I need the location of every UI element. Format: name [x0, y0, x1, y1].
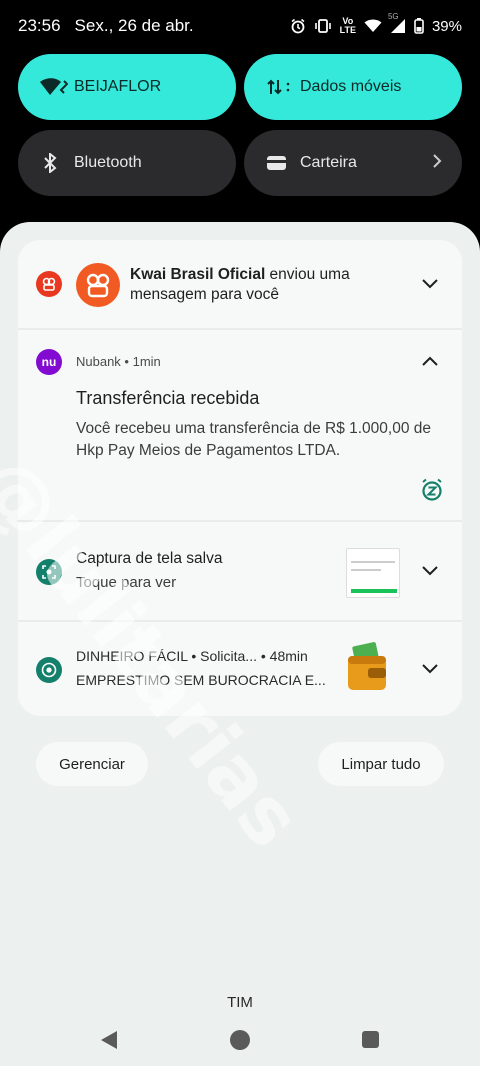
- tile-mobile-data-label: Dados móveis: [300, 78, 402, 95]
- tile-wifi[interactable]: BEIJAFLOR: [18, 54, 236, 120]
- volte-label-bottom: LTE: [339, 25, 356, 35]
- expand-button[interactable]: [416, 558, 444, 586]
- tile-wallet-label: Carteira: [300, 154, 357, 171]
- kwai-message: Kwai Brasil Oficial enviou uma mensagem …: [130, 265, 400, 305]
- kwai-avatar: [76, 263, 120, 307]
- vibrate-icon: [314, 18, 332, 34]
- chevron-down-icon: [422, 661, 438, 679]
- home-icon[interactable]: [230, 1030, 250, 1050]
- wifi-signal-icon: [364, 19, 382, 33]
- kwai-app-icon: [36, 271, 62, 297]
- nubank-meta: Nubank • 1min: [76, 354, 161, 369]
- wallet-icon: [266, 154, 296, 172]
- battery-percent: 39%: [431, 17, 462, 35]
- money-wallet-image: [346, 642, 390, 694]
- recents-icon[interactable]: [362, 1031, 379, 1048]
- mobile-data-icon: [266, 78, 296, 96]
- bluetooth-icon: [40, 153, 70, 173]
- notification-list: Kwai Brasil Oficial enviou uma mensagem …: [18, 240, 462, 716]
- date: Sex., 26 de abr.: [74, 16, 194, 35]
- manage-button[interactable]: Gerenciar: [36, 742, 148, 786]
- notification-nubank[interactable]: nu Nubank • 1min Transferência recebida …: [18, 330, 462, 522]
- alarm-icon: [290, 18, 306, 34]
- chrome-body: EMPRESTIMO SEM BUROCRACIA E...: [76, 672, 326, 688]
- screenshot-subtitle: Toque para ver: [76, 574, 177, 591]
- kwai-sender: Kwai Brasil Oficial: [130, 266, 266, 283]
- navigation-bar: [0, 1020, 480, 1060]
- chrome-title: DINHEIRO FÁCIL • Solicita... • 48min: [76, 648, 308, 664]
- chevron-down-icon: [422, 563, 438, 581]
- notification-screenshot[interactable]: Captura de tela salva Toque para ver: [18, 522, 462, 622]
- tile-wifi-label: BEIJAFLOR: [74, 78, 162, 95]
- snooze-icon[interactable]: [420, 478, 444, 502]
- status-icons: Vo LTE 5G 39%: [290, 12, 462, 35]
- back-icon[interactable]: [100, 1030, 118, 1055]
- expand-button[interactable]: [416, 271, 444, 299]
- nubank-title: Transferência recebida: [76, 388, 260, 408]
- collapse-button[interactable]: [416, 348, 444, 376]
- nubank-app-icon: nu: [36, 349, 62, 375]
- screenshot-title: Captura de tela salva: [76, 550, 223, 567]
- chevron-down-icon: [422, 276, 438, 294]
- tile-bluetooth[interactable]: Bluetooth: [18, 130, 236, 196]
- tile-bluetooth-label: Bluetooth: [74, 154, 142, 171]
- clear-all-button[interactable]: Limpar tudo: [318, 742, 444, 786]
- screenshot-app-icon: [36, 559, 62, 585]
- wifi-icon: [40, 78, 70, 96]
- expand-button[interactable]: [416, 656, 444, 684]
- notification-chrome[interactable]: DINHEIRO FÁCIL • Solicita... • 48min EMP…: [18, 622, 462, 716]
- status-bar: 23:56 Sex., 26 de abr. Vo LTE 5G 39%: [0, 0, 480, 52]
- notification-kwai[interactable]: Kwai Brasil Oficial enviou uma mensagem …: [18, 240, 462, 330]
- volte-icon: Vo LTE: [340, 17, 356, 35]
- battery-icon: [414, 18, 424, 34]
- chrome-app-icon: [36, 657, 62, 683]
- chevron-up-icon: [422, 353, 438, 371]
- carrier-label: TIM: [227, 994, 253, 1011]
- tile-wallet[interactable]: Carteira: [244, 130, 462, 196]
- chevron-right-icon: [432, 153, 442, 173]
- cell-signal-icon: 5G: [388, 12, 406, 34]
- screenshot-thumbnail: [346, 548, 400, 598]
- tile-mobile-data[interactable]: Dados móveis: [244, 54, 462, 120]
- quick-settings-tiles: BEIJAFLOR Dados móveis Bluetooth Carteir…: [18, 54, 462, 196]
- clock: 23:56: [18, 16, 61, 35]
- nubank-body: Você recebeu uma transferência de R$ 1.0…: [76, 420, 432, 459]
- network-5g-label: 5G: [387, 12, 399, 21]
